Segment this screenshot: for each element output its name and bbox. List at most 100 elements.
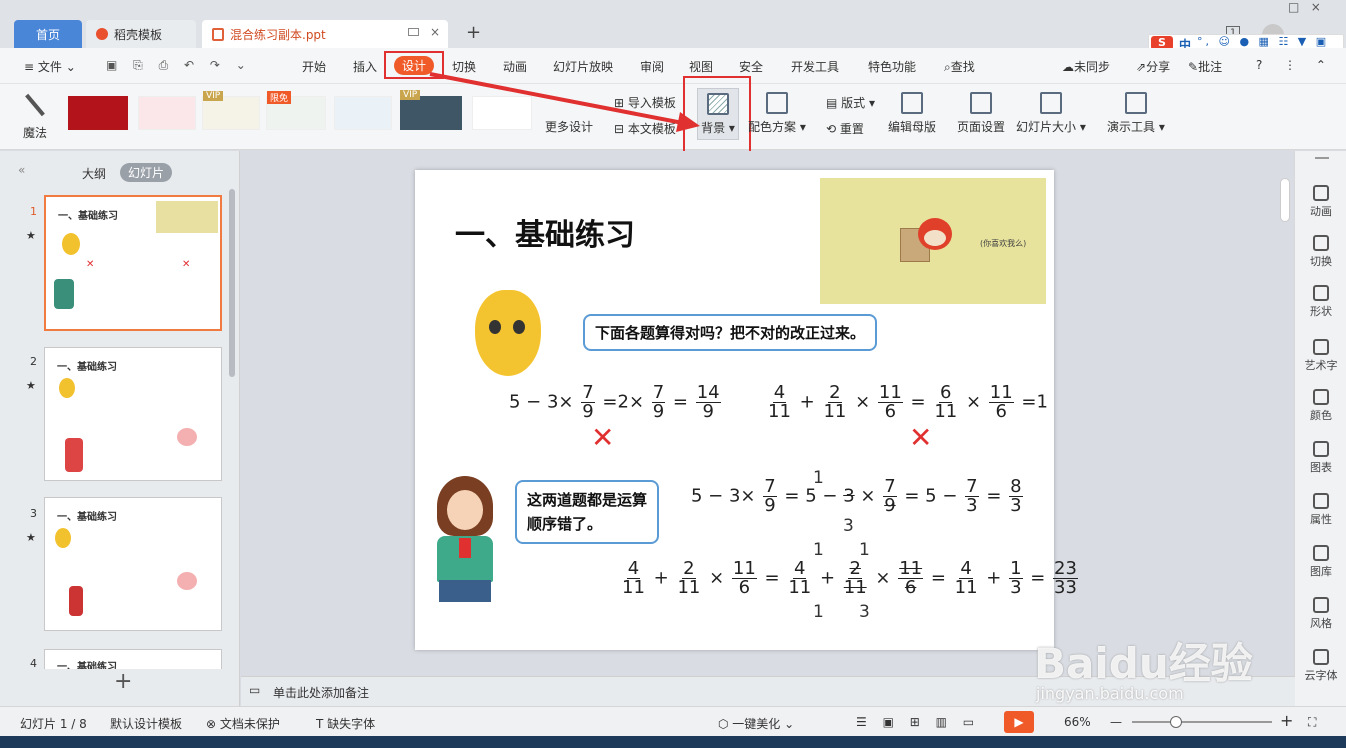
thumb-title: 一、基础练习 — [58, 211, 118, 222]
thumb-character — [177, 572, 197, 590]
sidebar-color[interactable]: 颜色 — [1295, 389, 1346, 423]
slides-tab[interactable]: 幻灯片 — [120, 163, 173, 182]
watermark-url: jingyan.baidu.com — [1036, 684, 1184, 703]
equation-2: 4 11 + 2 11 × 11 6 = 6 11 × 11 6 =1 — [768, 382, 1048, 422]
thumb-character — [177, 428, 197, 446]
zoom-slider[interactable] — [1132, 721, 1272, 723]
sidebar-style[interactable]: 风格 — [1295, 597, 1346, 631]
thumb-character — [59, 378, 75, 398]
sidebar-cloud-font[interactable]: 云字体 — [1295, 649, 1346, 683]
sidebar-gallery[interactable]: 图库 — [1295, 545, 1346, 579]
sidebar-label: 云字体 — [1304, 669, 1338, 682]
slide-thumbnail-3[interactable]: 一、基础练习 — [44, 497, 222, 631]
missing-font[interactable]: T 缺失字体 — [316, 715, 375, 732]
slide-counter: 幻灯片 1 / 8 — [20, 717, 87, 731]
shield-icon: ⊗ — [206, 717, 220, 731]
cloud-font-icon — [1313, 649, 1329, 665]
sidebar-label: 形状 — [1310, 305, 1332, 318]
notes-placeholder: 单击此处添加备注 — [273, 686, 370, 700]
sidebar-animation[interactable]: 动画 — [1295, 185, 1346, 219]
watermark-brand: Baidu经验 — [1034, 639, 1253, 688]
template-name[interactable]: 默认设计模板 — [110, 715, 182, 732]
cancel-number: 1 — [859, 540, 870, 560]
sidebar-label: 图表 — [1310, 461, 1332, 474]
outline-tab[interactable]: 大纲 — [82, 165, 106, 182]
zoom-out-button[interactable]: — — [1110, 715, 1122, 729]
girl-face — [447, 490, 483, 530]
beautify-icon: ⬡ — [718, 717, 733, 731]
sidebar-wordart[interactable]: 艺术字 — [1295, 339, 1346, 373]
cancel-number: 3 — [843, 516, 854, 536]
os-taskbar — [0, 736, 1346, 748]
animation-star-icon: ★ — [26, 531, 36, 544]
slide-thumbnail-1[interactable]: 一、基础练习 ✕ ✕ — [44, 195, 222, 331]
gallery-icon — [1313, 545, 1329, 561]
wrong-mark-icon: ✕ — [909, 421, 933, 454]
play-slideshow-button[interactable]: ▶ — [1004, 711, 1034, 733]
animation-star-icon: ★ — [26, 229, 36, 242]
equation-1: 5 − 3× 79 =2× 79 = 14 9 — [509, 382, 721, 422]
zoom-in-button[interactable]: + — [1280, 711, 1293, 730]
sidebar-chart[interactable]: 图表 — [1295, 441, 1346, 475]
canvas-scrollbar-thumb[interactable] — [1280, 178, 1290, 222]
thumb-character — [54, 279, 74, 309]
slide-title: 一、基础练习 — [455, 218, 635, 253]
style-icon — [1313, 597, 1329, 613]
thumb-number: 2 — [30, 355, 37, 368]
girl-skirt — [439, 580, 491, 602]
beautify-button[interactable]: ⬡ 一键美化 ⌄ — [718, 715, 794, 732]
slide-panel: « 大纲 幻灯片 1 ★ 一、基础练习 ✕ ✕ 2 ★ 一、基础练习 3 ★ 一… — [0, 151, 240, 706]
fit-window-button[interactable]: ⛶ — [1308, 715, 1316, 730]
sidebar-shape[interactable]: 形状 — [1295, 285, 1346, 319]
collapse-panel-icon[interactable]: « — [18, 163, 25, 177]
chart-icon — [1313, 441, 1329, 457]
thumb-number: 3 — [30, 507, 37, 520]
slide-thumbnail-4[interactable]: 一、基础练习 — [44, 649, 222, 673]
thumb-title: 一、基础练习 — [57, 512, 117, 523]
panel-grip-icon — [1315, 157, 1329, 159]
thumb-character — [65, 438, 83, 472]
sidebar-label: 风格 — [1310, 617, 1332, 630]
sidebar-label: 属性 — [1310, 513, 1332, 526]
sidebar-transition[interactable]: 切换 — [1295, 235, 1346, 269]
bubble-line-1: 这两道题都是运算 — [527, 491, 648, 509]
wordart-icon — [1313, 339, 1329, 355]
speech-bubble-2: 这两道题都是运算 顺序错了。 — [515, 480, 660, 544]
girl-scarf — [459, 538, 471, 558]
cartoon-face — [924, 230, 946, 246]
speech-bubble-1: 下面各题算得对吗？把不对的改正过来。 — [583, 314, 878, 351]
sidebar-label: 动画 — [1310, 205, 1332, 218]
thumb-cross-icon: ✕ — [182, 259, 191, 270]
potato-eye — [513, 320, 525, 334]
slide-thumbnail-2[interactable]: 一、基础练习 — [44, 347, 222, 481]
thumb-title: 一、基础练习 — [57, 362, 117, 373]
slide-canvas[interactable]: 一、基础练习 (你喜欢我么) 下面各题算得对吗？把不对的改正过来。 5 − 3×… — [415, 170, 1078, 650]
cartoon-picture[interactable]: (你喜欢我么) — [820, 178, 1046, 304]
protection-status[interactable]: ⊗ 文档未保护 — [206, 715, 280, 732]
status-bar: 幻灯片 1 / 8 默认设计模板 ⊗ 文档未保护 T 缺失字体 ⬡ 一键美化 ⌄… — [0, 706, 1346, 736]
add-slide-button[interactable]: + — [114, 669, 132, 694]
shape-icon — [1313, 285, 1329, 301]
wrong-mark-icon: ✕ — [591, 421, 615, 454]
girl-character — [425, 476, 505, 602]
animation-icon — [1313, 185, 1329, 201]
notes-icon: ▭ — [249, 683, 261, 697]
cancel-number: 1 — [813, 602, 824, 622]
cancel-number: 1 — [813, 468, 824, 488]
missing-font-label: 缺失字体 — [327, 717, 376, 731]
sidebar-label: 图库 — [1310, 565, 1332, 578]
zoom-slider-handle[interactable] — [1170, 716, 1182, 728]
zoom-level[interactable]: 66% — [1064, 715, 1091, 729]
thumb-image — [156, 201, 218, 233]
cancel-number: 1 — [813, 540, 824, 560]
protection-label: 文档未保护 — [219, 717, 280, 731]
panel-scrollbar[interactable] — [229, 189, 235, 377]
view-mode-buttons[interactable]: ☰ ▣ ⊞ ▥ ▭ — [856, 715, 980, 729]
sidebar-label: 切换 — [1310, 255, 1332, 268]
thumb-number: 1 — [30, 205, 37, 218]
sidebar-properties[interactable]: 属性 — [1295, 493, 1346, 527]
picture-caption: (你喜欢我么) — [980, 239, 1027, 248]
thumb-character — [69, 586, 83, 616]
bubble-line-2: 顺序错了。 — [527, 515, 603, 533]
thumb-character — [55, 528, 71, 548]
